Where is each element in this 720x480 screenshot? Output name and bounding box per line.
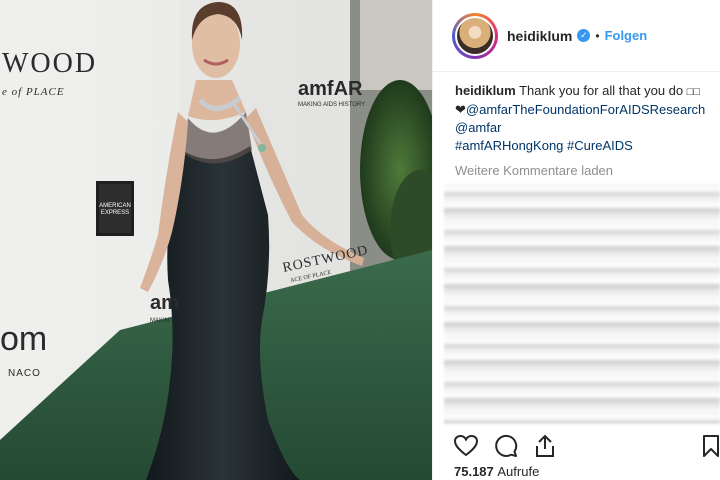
comments-list-blurred bbox=[444, 184, 720, 424]
caption-heart: ❤ bbox=[455, 102, 466, 117]
wall-text-aids-history: MAKING AIDS HISTORY bbox=[298, 102, 366, 108]
wall-text-naco: NACO bbox=[8, 368, 41, 379]
caption-text: Thank you for all that you do bbox=[519, 83, 684, 98]
post-header: heidiklum ✓ • Folgen bbox=[433, 0, 720, 72]
share-icon[interactable] bbox=[534, 434, 556, 463]
bookmark-icon[interactable] bbox=[702, 434, 720, 463]
wall-text-om: om bbox=[0, 320, 48, 358]
follow-button[interactable]: Folgen bbox=[605, 28, 648, 43]
load-more-comments-button[interactable]: Weitere Kommentare laden bbox=[433, 155, 720, 178]
caption-username[interactable]: heidiklum bbox=[455, 83, 516, 98]
action-bar bbox=[453, 434, 556, 463]
caption-tag-amfar[interactable]: @amfar bbox=[455, 120, 501, 135]
view-count-label: Aufrufe bbox=[497, 464, 540, 479]
avatar-story-ring[interactable] bbox=[452, 12, 498, 59]
wall-text-place: e of PLACE bbox=[2, 86, 65, 98]
verified-badge-icon: ✓ bbox=[577, 29, 591, 42]
post-caption: heidiklum Thank you for all that you do … bbox=[433, 72, 720, 155]
wall-text-wood: WOOD bbox=[2, 48, 98, 79]
header-username[interactable]: heidiklum bbox=[507, 28, 572, 44]
header-separator: • bbox=[595, 28, 600, 43]
avatar[interactable] bbox=[455, 15, 495, 56]
post-media[interactable]: WOOD e of PLACE amfAR MAKING AIDS HISTOR… bbox=[0, 0, 432, 480]
comment-icon[interactable] bbox=[494, 434, 518, 463]
heart-icon[interactable] bbox=[453, 434, 479, 462]
caption-tag-amfar-foundation[interactable]: @amfarTheFoundationForAIDSResearch bbox=[466, 102, 705, 117]
caption-emoji-boxes: □□ bbox=[686, 86, 701, 98]
view-count-number: 75.187 bbox=[454, 464, 494, 479]
caption-tag-amfar-hongkong[interactable]: #amfARHongKong bbox=[455, 138, 563, 153]
wall-text-amex: AMERICAN EXPRESS bbox=[99, 203, 131, 216]
caption-tag-cureaids[interactable]: #CureAIDS bbox=[567, 138, 633, 153]
wall-text-makin: MAKIN bbox=[150, 318, 170, 324]
wall-text-amfar: amfAR bbox=[298, 78, 363, 100]
view-count: 75.187 Aufrufe bbox=[454, 464, 539, 479]
wall-text-am: am bbox=[150, 292, 179, 314]
